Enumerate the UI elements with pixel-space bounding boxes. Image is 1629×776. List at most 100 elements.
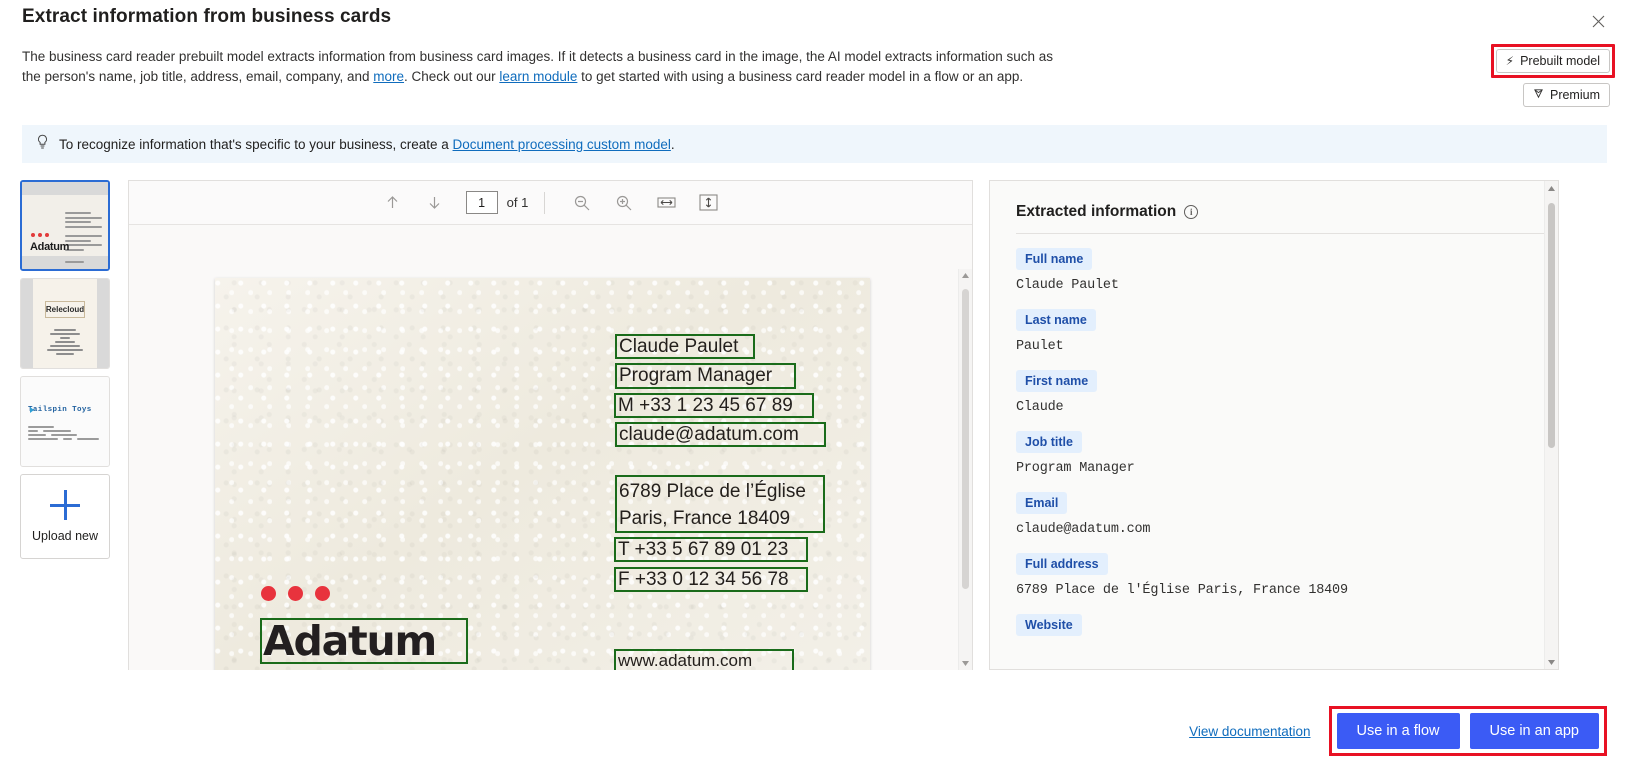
scroll-down-arrow-icon[interactable]: [1545, 655, 1558, 669]
extracted-scrollbar-thumb[interactable]: [1548, 203, 1555, 448]
custom-model-info-bar: To recognize information that's specific…: [22, 125, 1607, 163]
thumbnail-logo-label: Tailspin Toys: [28, 406, 92, 414]
description-text-2: . Check out our: [404, 69, 500, 84]
ocr-box-job-title: Program Manager: [615, 363, 796, 389]
thumbnail-card-background: Adatum: [22, 182, 108, 269]
field-label: Job title: [1016, 431, 1082, 453]
company-logo-text: Adatum: [263, 616, 437, 665]
extracted-information-heading: Extracted information i: [990, 181, 1558, 221]
use-in-a-flow-button[interactable]: Use in a flow: [1336, 713, 1460, 749]
zoom-out-icon[interactable]: [567, 188, 597, 218]
field-label: First name: [1016, 370, 1098, 392]
info-bar-text-after: .: [670, 136, 675, 152]
ocr-box-fax: F +33 0 12 34 56 78: [614, 567, 808, 592]
ocr-box-address: 6789 Place de l’Église Paris, France 184…: [615, 475, 825, 533]
thumbnail-list: Adatum Relecloud Tailspin Toys Upload ne…: [20, 180, 112, 559]
extracted-information-panel: Extracted information i Full name Claude…: [989, 180, 1559, 670]
upload-new-button[interactable]: Upload new: [20, 474, 110, 559]
ocr-box-full-name: Claude Paulet: [615, 334, 755, 359]
info-icon[interactable]: i: [1184, 205, 1199, 219]
ocr-box-company: Adatum: [260, 618, 468, 664]
thumbnail-text-lines-2: [65, 235, 102, 253]
extracted-field-last-name: Last name Paulet: [1016, 309, 1532, 354]
field-label: Last name: [1016, 309, 1096, 331]
thumbnail-tailspin-toys[interactable]: Tailspin Toys: [20, 376, 110, 467]
previous-page-button[interactable]: [378, 188, 408, 218]
field-label: Full address: [1016, 553, 1108, 575]
fit-width-icon[interactable]: [651, 188, 681, 218]
zoom-in-icon[interactable]: [609, 188, 639, 218]
viewer-canvas[interactable]: Claude Paulet Program Manager M +33 1 23…: [129, 225, 972, 670]
next-page-button[interactable]: [420, 188, 450, 218]
footer-buttons-highlight: Use in a flow Use in an app: [1328, 706, 1607, 756]
business-card-content: Claude Paulet Program Manager M +33 1 23…: [215, 278, 870, 670]
ocr-box-email: claude@adatum.com: [615, 422, 826, 447]
prebuilt-badge-highlight: ⚡ Prebuilt model: [1490, 44, 1615, 78]
document-viewer: of 1 Claude Paulet Program Manager M +33…: [128, 180, 973, 670]
thumbnail-text-lines-3: [65, 261, 102, 266]
thumbnail-card-background: Relecloud: [21, 279, 109, 368]
ocr-box-mobile-phone: M +33 1 23 45 67 89: [614, 393, 814, 418]
viewer-toolbar: of 1: [129, 181, 972, 225]
extracted-field-full-name: Full name Claude Paulet: [1016, 248, 1532, 293]
document-processing-custom-model-link[interactable]: Document processing custom model: [453, 137, 671, 152]
prebuilt-badge-label: Prebuilt model: [1520, 54, 1600, 68]
extracted-field-email: Email claude@adatum.com: [1016, 492, 1532, 537]
premium-badge-row: Premium: [1491, 83, 1610, 107]
close-icon[interactable]: [1585, 8, 1611, 34]
field-value: Claude: [1016, 400, 1064, 415]
lightbulb-icon: [36, 134, 49, 154]
thumbnail-text-lines: [43, 329, 87, 357]
learn-module-link[interactable]: learn module: [499, 69, 577, 84]
lightning-icon: ⚡: [1505, 54, 1515, 68]
thumbnail-card-face: Tailspin Toys: [21, 377, 109, 466]
thumbnail-card-face: Relecloud: [33, 279, 97, 368]
field-value: Paulet: [1016, 339, 1064, 354]
more-link[interactable]: more: [373, 69, 404, 84]
ocr-box-work-phone: T +33 5 67 89 01 23: [614, 537, 808, 562]
page-total-label: of 1: [506, 195, 529, 210]
use-in-an-app-button[interactable]: Use in an app: [1469, 713, 1599, 749]
page-number-input[interactable]: [465, 191, 498, 214]
scroll-up-arrow-icon[interactable]: [959, 269, 972, 282]
field-value: Program Manager: [1016, 461, 1135, 476]
fit-page-icon[interactable]: [693, 188, 723, 218]
extracted-field-job-title: Job title Program Manager: [1016, 431, 1532, 476]
extracted-field-website: Website: [1016, 614, 1532, 636]
thumbnail-dots: [31, 233, 49, 237]
thumbnail-text-lines: [28, 426, 103, 442]
model-badges: ⚡ Prebuilt model Premium: [1490, 44, 1615, 107]
business-card-image: Claude Paulet Program Manager M +33 1 23…: [215, 278, 870, 670]
extracted-fields-list: Full name Claude Paulet Last name Paulet…: [990, 234, 1558, 636]
logo-dots: [261, 586, 330, 601]
extracted-field-full-address: Full address 6789 Place de l'Église Pari…: [1016, 553, 1532, 598]
field-label: Email: [1016, 492, 1068, 514]
premium-badge[interactable]: Premium: [1522, 83, 1610, 107]
info-bar-text: To recognize information that's specific…: [59, 137, 675, 152]
page-title: Extract information from business cards: [22, 6, 392, 27]
view-documentation-link[interactable]: View documentation: [1189, 724, 1310, 739]
thumbnail-logo-label: Adatum: [30, 241, 70, 253]
thumbnail-logo-label: Relecloud: [45, 301, 85, 318]
extracted-field-first-name: First name Claude: [1016, 370, 1532, 415]
scroll-down-arrow-icon[interactable]: [959, 657, 972, 670]
thumbnail-card-face: Adatum: [22, 195, 108, 263]
thumbnail-adatum[interactable]: Adatum: [20, 180, 110, 271]
toolbar-divider: [544, 191, 546, 214]
thumbnail-logo-text: Tailspin Toys: [28, 406, 92, 414]
dialog-description: The business card reader prebuilt model …: [22, 47, 1057, 87]
prebuilt-model-badge[interactable]: ⚡ Prebuilt model: [1495, 49, 1610, 73]
thumbnail-relecloud[interactable]: Relecloud: [20, 278, 110, 369]
thumbnail-text-lines: [65, 212, 102, 230]
extracted-panel-scrollbar[interactable]: [1544, 181, 1558, 669]
scroll-up-arrow-icon[interactable]: [1545, 181, 1558, 195]
thumbnail-card-background: Tailspin Toys: [21, 377, 109, 466]
field-value: Claude Paulet: [1016, 278, 1119, 293]
plus-icon: [50, 490, 80, 520]
description-text-3: to get started with using a business car…: [577, 69, 1024, 84]
field-value: claude@adatum.com: [1016, 522, 1151, 537]
ocr-box-website: www.adatum.com: [614, 649, 794, 670]
triangle-icon: [30, 407, 34, 413]
viewer-scrollbar[interactable]: [958, 269, 972, 670]
viewer-scrollbar-thumb[interactable]: [962, 289, 969, 589]
